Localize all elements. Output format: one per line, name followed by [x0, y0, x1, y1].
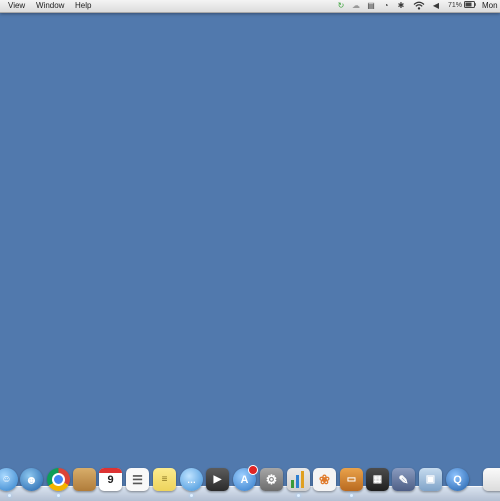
cloud-icon[interactable]: ☁: [351, 1, 361, 11]
system-preferences-icon[interactable]: ⚙: [260, 468, 283, 491]
clock[interactable]: Mon: [482, 0, 498, 12]
menu-bar: View Window Help ↻ ☁ ▤ ◔ ✱ ◀︎ 71% Mon: [0, 0, 500, 13]
running-indicator: [190, 494, 193, 497]
photo-icon[interactable]: ❀: [313, 468, 336, 491]
running-indicator: [297, 494, 300, 497]
calculator-icon[interactable]: ▦: [366, 468, 389, 491]
preview-icon[interactable]: ▣: [419, 468, 442, 491]
quicktime-icon[interactable]: Q: [446, 468, 469, 491]
battery-percent: 71%: [448, 2, 463, 9]
running-indicator: [8, 494, 11, 497]
calendar-day: 9: [107, 474, 114, 486]
notebook-icon[interactable]: [73, 468, 96, 491]
stickies-icon[interactable]: ≡: [153, 468, 176, 491]
volume-icon[interactable]: ◀︎: [430, 1, 442, 11]
wifi-icon[interactable]: [412, 1, 426, 11]
finder-icon[interactable]: ☺: [0, 468, 18, 491]
running-indicator: [350, 494, 353, 497]
numbers-icon[interactable]: [287, 468, 310, 491]
keynote-icon[interactable]: ▭: [340, 468, 363, 491]
bluetooth-icon[interactable]: ✱: [397, 1, 405, 11]
menu-window[interactable]: Window: [36, 0, 64, 12]
messages-icon[interactable]: …: [180, 468, 203, 491]
chrome-icon[interactable]: [47, 468, 70, 491]
running-indicator: [57, 494, 60, 497]
script-editor-icon[interactable]: ✎: [392, 468, 415, 491]
sync-icon[interactable]: ↻: [336, 1, 346, 11]
document-icon[interactable]: [483, 468, 500, 491]
calendar-icon[interactable]: 9: [99, 468, 122, 491]
contacts-icon[interactable]: ☻: [20, 468, 43, 491]
desktop: [0, 13, 500, 458]
list-icon[interactable]: ☰: [126, 468, 149, 491]
facetime-icon[interactable]: ▶: [206, 468, 229, 491]
app-store-icon[interactable]: A: [233, 465, 258, 491]
notification-badge: [248, 465, 258, 475]
battery-icon[interactable]: [463, 1, 476, 11]
document-status-icon[interactable]: ▤: [366, 1, 376, 11]
menu-help[interactable]: Help: [75, 0, 91, 12]
time-machine-icon[interactable]: ◔: [381, 1, 391, 11]
menu-view[interactable]: View: [8, 0, 25, 12]
